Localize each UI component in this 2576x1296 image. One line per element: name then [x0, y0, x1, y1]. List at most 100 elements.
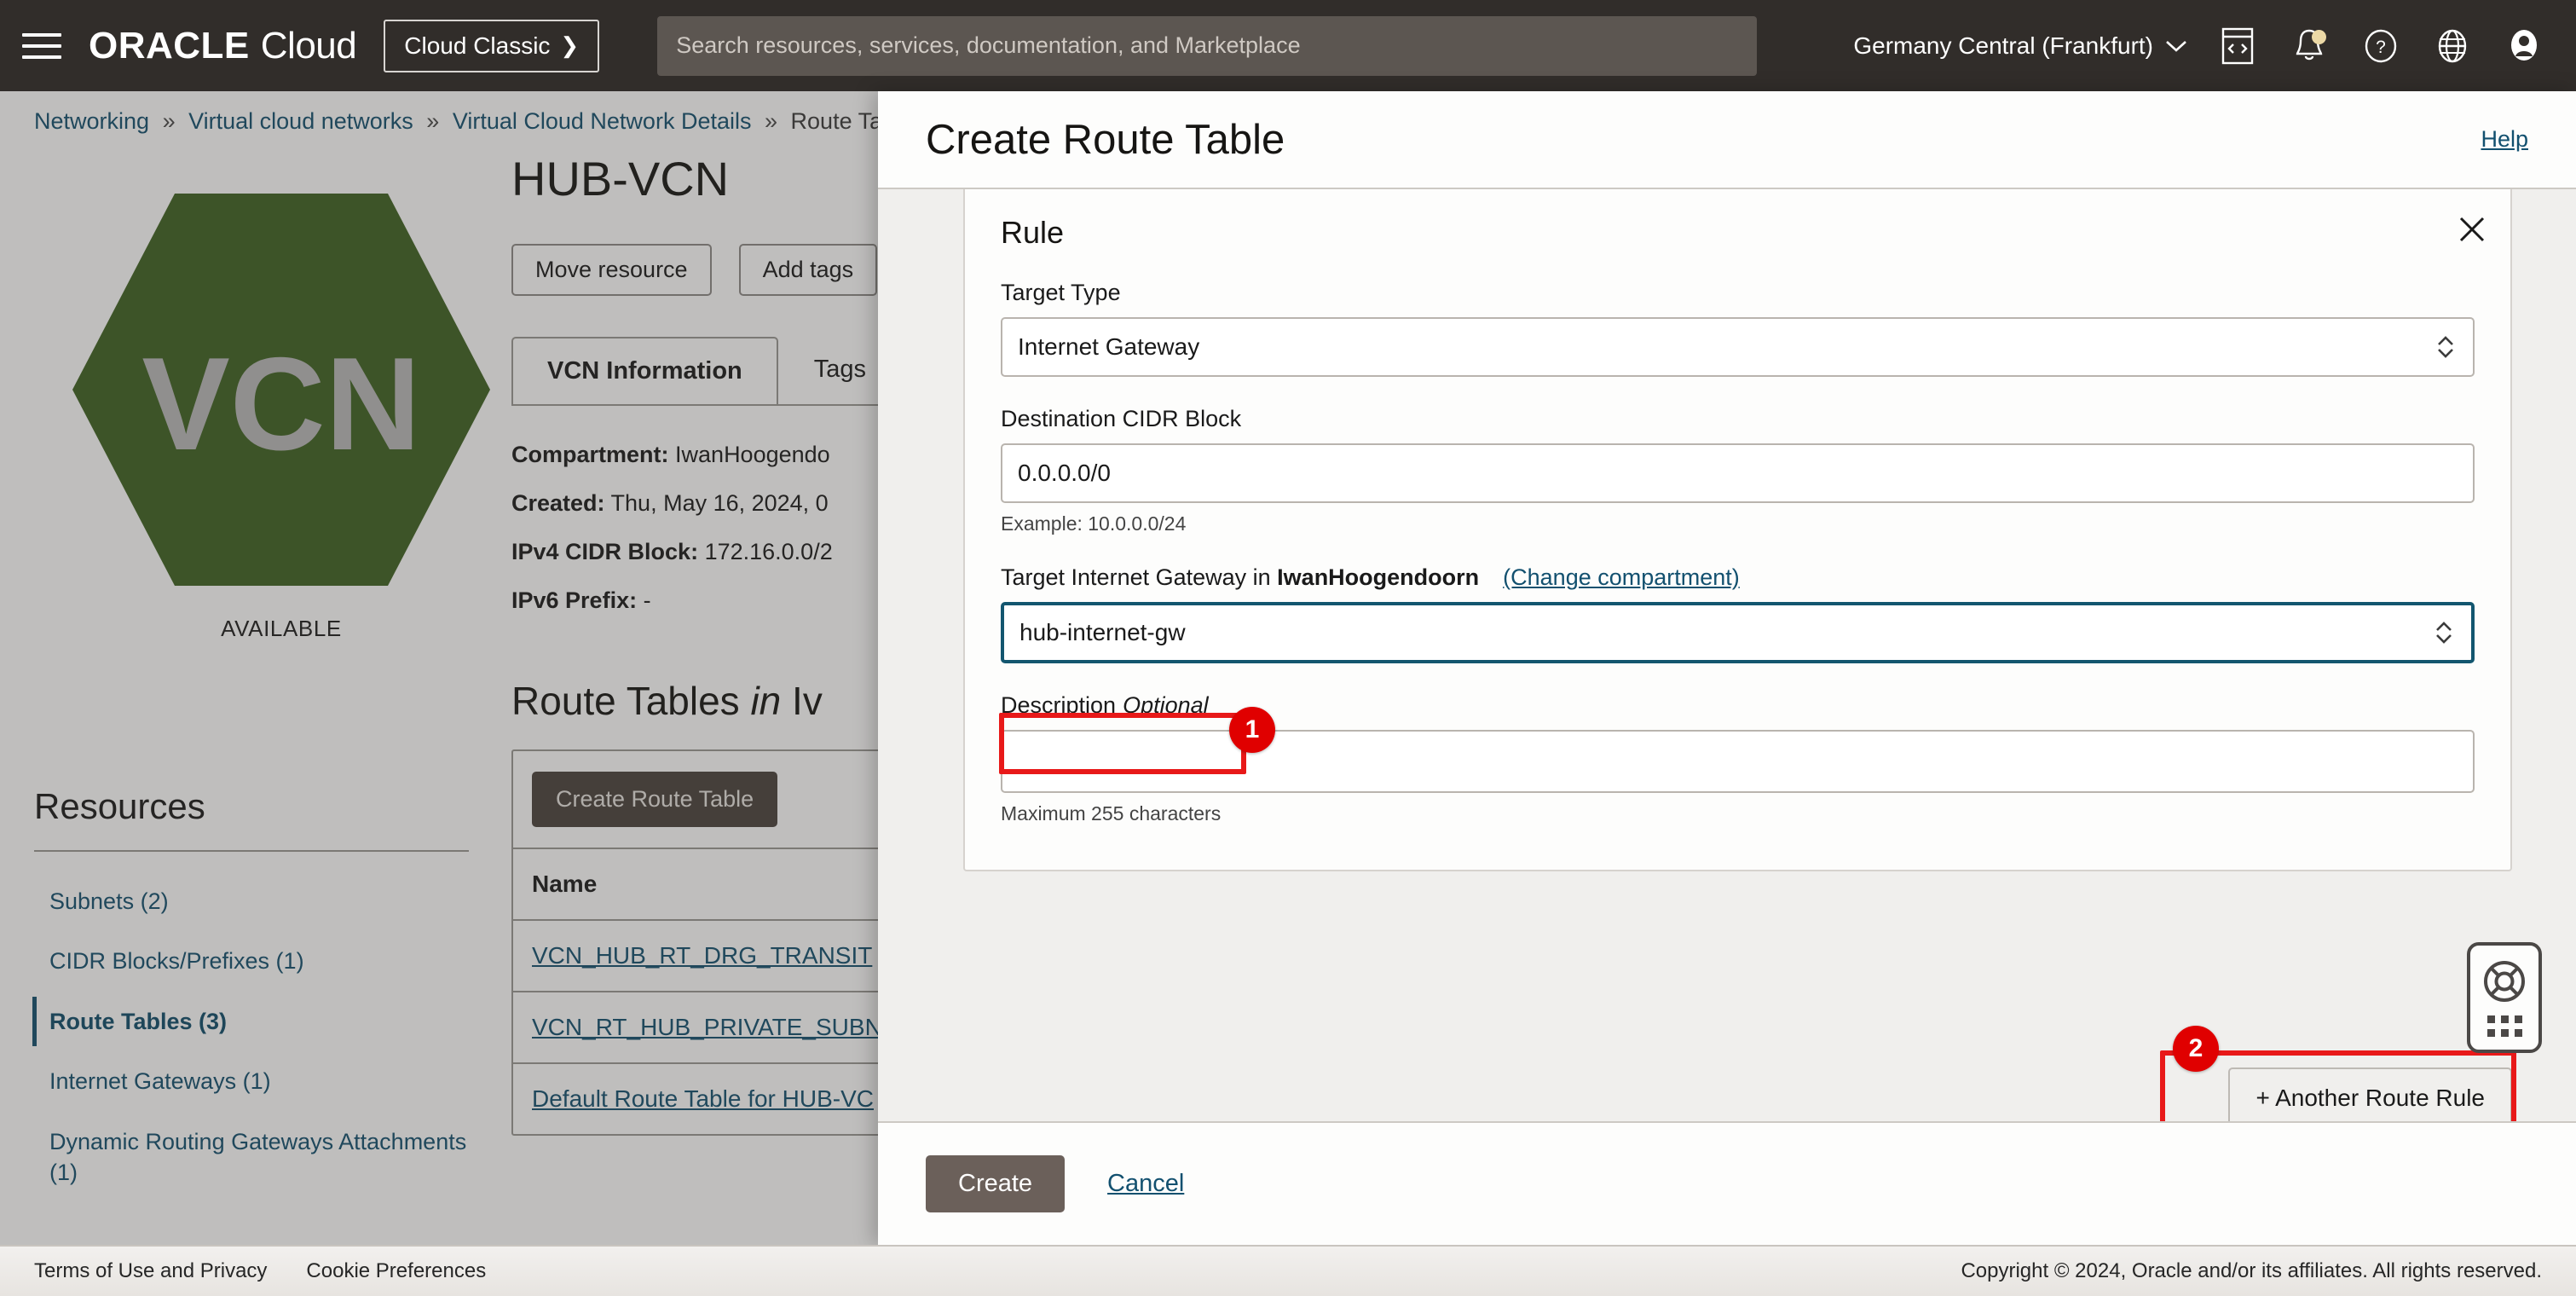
description-label-text: Description: [1001, 692, 1117, 718]
route-tables-heading-prefix: Route Tables: [511, 679, 751, 723]
panel-footer: Create Cancel: [878, 1121, 2576, 1245]
chevron-down-icon: [2166, 40, 2186, 52]
sidebar-item-route-tables[interactable]: Route Tables (3): [0, 992, 494, 1051]
route-tables-heading-in: in: [750, 679, 782, 723]
resource-badge: VCN AVAILABLE: [34, 151, 490, 641]
tab-vcn-information[interactable]: VCN Information: [511, 337, 778, 406]
resource-status-label: AVAILABLE: [221, 616, 342, 641]
another-route-rule-wrap: + Another Route Rule: [2228, 1067, 2512, 1121]
header-actions: Germany Central (Frankfurt) ?: [1853, 25, 2576, 67]
info-value: Thu, May 16, 2024, 0: [610, 490, 829, 516]
cookie-preferences-link[interactable]: Cookie Preferences: [306, 1259, 486, 1283]
support-widget[interactable]: [2467, 942, 2542, 1053]
create-button[interactable]: Create: [926, 1155, 1066, 1212]
description-optional-tag: Optional: [1123, 692, 1209, 718]
target-type-label: Target Type: [1001, 280, 1121, 305]
language-icon[interactable]: [2431, 25, 2474, 67]
breadcrumb-item-vcns[interactable]: Virtual cloud networks: [188, 108, 413, 134]
info-label: IPv6 Prefix:: [511, 587, 638, 613]
info-label: Created:: [511, 490, 605, 516]
target-gateway-label-prefix: Target Internet Gateway in: [1001, 564, 1278, 590]
info-value: -: [643, 587, 651, 613]
destination-cidr-input[interactable]: 0.0.0.0/0: [1001, 443, 2475, 503]
cloud-classic-label: Cloud Classic: [404, 32, 551, 59]
info-value: 172.16.0.0/2: [704, 539, 833, 564]
description-input[interactable]: [1001, 730, 2475, 793]
cloud-shell-icon[interactable]: [2216, 25, 2259, 67]
info-value: IwanHoogendo: [675, 442, 830, 467]
target-gateway-select[interactable]: hub-internet-gw: [1001, 602, 2475, 663]
oracle-cloud-logo[interactable]: ORACLE Cloud: [89, 24, 357, 67]
route-tables-heading-suffix: Iv: [781, 679, 823, 723]
destination-cidr-label: Destination CIDR Block: [1001, 406, 1242, 431]
breadcrumb-item-vcn-details[interactable]: Virtual Cloud Network Details: [453, 108, 752, 134]
region-label: Germany Central (Frankfurt): [1853, 32, 2153, 59]
notification-badge: [2312, 29, 2326, 44]
chevron-updown-icon: [2435, 319, 2456, 375]
description-field: Description Optional Maximum 255 characte…: [1001, 692, 2475, 825]
sidebar-item-internet-gateways[interactable]: Internet Gateways (1): [0, 1051, 494, 1111]
create-route-table-panel: Create Route Table Help Rule Target Type…: [878, 91, 2576, 1245]
another-route-rule-button[interactable]: + Another Route Rule: [2228, 1067, 2512, 1121]
cloud-wordmark: Cloud: [260, 24, 357, 67]
help-link[interactable]: Help: [2481, 126, 2528, 153]
resources-list: Subnets (2) CIDR Blocks/Prefixes (1) Rou…: [0, 871, 494, 1203]
destination-cidr-field: Destination CIDR Block 0.0.0.0/0 Example…: [1001, 406, 2475, 535]
svg-text:?: ?: [2376, 38, 2386, 57]
add-tags-button[interactable]: Add tags: [738, 244, 878, 296]
chevron-right-icon: ❯: [560, 32, 580, 58]
route-table-link[interactable]: VCN_HUB_RT_DRG_TRANSIT: [532, 942, 872, 969]
panel-body: Rule Target Type Internet Gateway Destin…: [878, 188, 2576, 1121]
footer-links: Terms of Use and Privacy Cookie Preferen…: [34, 1259, 486, 1283]
region-selector[interactable]: Germany Central (Frankfurt): [1853, 32, 2187, 60]
annotation-badge-2: 2: [2173, 1026, 2219, 1072]
hamburger-icon[interactable]: [22, 29, 70, 63]
cloud-classic-button[interactable]: Cloud Classic ❯: [384, 19, 600, 72]
notifications-icon[interactable]: [2288, 25, 2331, 67]
breadcrumb: Networking » Virtual cloud networks » Vi…: [34, 108, 882, 135]
breadcrumb-separator: »: [426, 108, 440, 134]
resources-heading: Resources: [34, 786, 205, 826]
sidebar-item-drg-attachments[interactable]: Dynamic Routing Gateways Attachments (1): [0, 1112, 494, 1203]
sidebar-item-cidr-blocks[interactable]: CIDR Blocks/Prefixes (1): [0, 931, 494, 991]
chevron-updown-icon: [2434, 605, 2454, 660]
breadcrumb-separator: »: [162, 108, 176, 134]
rule-heading: Rule: [1001, 215, 1065, 250]
route-table-link[interactable]: Default Route Table for HUB-VC: [532, 1085, 874, 1112]
page-footer: Terms of Use and Privacy Cookie Preferen…: [0, 1245, 2576, 1296]
description-hint: Maximum 255 characters: [1001, 802, 1222, 824]
target-gateway-compartment: IwanHoogendoorn: [1277, 564, 1480, 590]
move-resource-button[interactable]: Move resource: [511, 244, 712, 296]
search-input[interactable]: Search resources, services, documentatio…: [657, 15, 1758, 76]
close-icon[interactable]: [2451, 208, 2493, 251]
resources-divider: [34, 850, 469, 852]
route-table-link[interactable]: VCN_RT_HUB_PRIVATE_SUBNE: [532, 1014, 898, 1040]
life-ring-icon: [2482, 959, 2527, 1008]
left-column: VCN AVAILABLE Resources Subnets (2) CIDR…: [0, 151, 494, 1185]
profile-icon[interactable]: [2503, 25, 2545, 67]
description-label: Description Optional: [1001, 692, 2475, 719]
destination-cidr-value: 0.0.0.0/0: [1018, 460, 1111, 486]
target-type-select[interactable]: Internet Gateway: [1001, 317, 2475, 377]
target-gateway-label: Target Internet Gateway in IwanHoogendoo…: [1001, 564, 2475, 591]
info-label: IPv4 CIDR Block:: [511, 539, 699, 564]
annotation-badge-1: 1: [1229, 707, 1275, 753]
help-icon[interactable]: ?: [2359, 25, 2402, 67]
panel-title: Create Route Table: [926, 116, 1285, 163]
target-type-field: Target Type Internet Gateway: [1001, 280, 2475, 377]
footer-copyright-wrap: Copyright © 2024, Oracle and/or its affi…: [1961, 1259, 2542, 1283]
destination-cidr-hint: Example: 10.0.0.0/24: [1001, 512, 1187, 535]
copyright-text: Copyright © 2024, Oracle and/or its affi…: [1961, 1259, 2542, 1282]
route-rule-card: Rule Target Type Internet Gateway Destin…: [963, 189, 2512, 871]
search-placeholder: Search resources, services, documentatio…: [676, 32, 1301, 58]
breadcrumb-item-networking[interactable]: Networking: [34, 108, 149, 134]
sidebar-item-subnets[interactable]: Subnets (2): [0, 871, 494, 931]
grid-dots-icon: [2486, 1015, 2522, 1037]
svg-text:VCN: VCN: [142, 330, 420, 477]
target-gateway-field: Target Internet Gateway in IwanHoogendoo…: [1001, 564, 2475, 663]
change-compartment-link[interactable]: (Change compartment): [1503, 564, 1740, 590]
create-route-table-button[interactable]: Create Route Table: [532, 772, 778, 827]
cancel-button[interactable]: Cancel: [1107, 1170, 1184, 1198]
target-gateway-value: hub-internet-gw: [1019, 619, 1186, 645]
terms-of-use-link[interactable]: Terms of Use and Privacy: [34, 1259, 267, 1283]
